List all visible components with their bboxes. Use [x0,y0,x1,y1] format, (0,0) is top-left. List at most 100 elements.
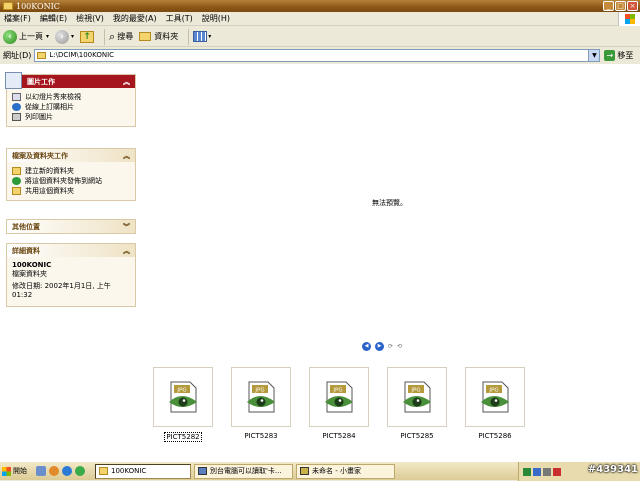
thumbnail-item[interactable]: JPG PICT5284 [309,367,369,442]
thumbnail-item[interactable]: JPG PICT5282 [153,367,213,442]
details-type: 檔案資料夾 [12,270,47,278]
picture-icon [5,72,22,89]
svg-text:JPG: JPG [176,388,186,394]
taskbar-button-folder[interactable]: 100KONIC [95,463,191,479]
watermark-stamp: #439341 [587,464,638,475]
menu-edit[interactable]: 編輯(E) [40,13,67,24]
go-button[interactable]: → 移至 [604,49,634,61]
collapse-icon[interactable]: ︽ [123,246,130,256]
file-folder-tasks-title: 檔案及資料夾工作 [12,151,68,160]
volume-icon[interactable] [543,467,551,476]
svg-text:JPG: JPG [254,388,264,394]
minimize-button[interactable]: _ [603,1,614,11]
new-folder-icon [12,167,21,175]
antivirus-icon[interactable] [553,467,561,476]
task-slideshow[interactable]: 以幻燈片秀來檢視 [12,92,130,102]
file-folder-tasks-header[interactable]: 檔案及資料夾工作 ︽ [7,149,135,162]
search-label: 搜尋 [117,32,134,41]
folder-icon [139,32,152,41]
taskbar: 開始 100KONIC 別台電腦可以讀取'卡... 未命名 - 小畫家 #439… [0,461,640,481]
folder-icon [99,467,108,475]
chevron-down-icon[interactable]: ▾ [46,33,49,40]
taskbar-button-paint[interactable]: 未命名 - 小畫家 [296,463,395,479]
thumbnail-item[interactable]: JPG PICT5285 [387,367,447,442]
search-button[interactable]: ⌕ 搜尋 [109,30,133,44]
other-places-header[interactable]: 其他位置 ︾ [7,220,135,233]
task-pane: 圖片工作 ︽ 以幻燈片秀來檢視 從線上訂購相片 列印圖片 檔案及資料夾工作 ︽ … [0,64,146,461]
media-player-icon[interactable] [49,466,59,476]
views-button[interactable]: ▾ [193,31,211,42]
messenger-icon[interactable] [75,466,85,476]
menu-favorites[interactable]: 我的最愛(A) [113,13,157,24]
taskbar-button-browser[interactable]: 別台電腦可以讀取'卡... [194,463,293,479]
next-image-button[interactable]: ▶ [375,342,384,351]
details-title: 詳細資料 [12,246,40,255]
maximize-button[interactable]: □ [615,1,626,11]
folder-icon [3,2,13,10]
task-publish-web[interactable]: 將這個資料夾發佈到網站 [12,176,130,186]
toolbar: ‹ 上一頁 ▾ › ▾ ↑ ⌕ 搜尋 資料夾 ▾ [0,27,640,47]
keyboard-icon[interactable] [523,467,531,476]
network-icon[interactable] [533,467,541,476]
other-places-title: 其他位置 [12,222,40,231]
go-arrow-icon: → [604,49,616,61]
thumbnail-label: PICT5283 [244,432,278,440]
share-folder-icon [12,187,21,195]
internet-explorer-icon[interactable] [62,466,72,476]
menu-tools[interactable]: 工具(T) [166,13,193,24]
task-print-pictures[interactable]: 列印圖片 [12,112,130,122]
folders-button[interactable]: 資料夾 [139,31,178,42]
search-icon: ⌕ [109,29,116,43]
thumbnail-item[interactable]: JPG PICT5283 [231,367,291,442]
thumbnail-label: PICT5284 [322,432,356,440]
windows-logo-icon [2,466,11,476]
details-panel: 詳細資料 ︽ 100KONIC 檔案資料夾 修改日期: 2002年1月1日, 上… [6,243,136,307]
chevron-down-icon[interactable]: ▾ [71,33,74,40]
previous-image-button[interactable]: ◀ [362,342,371,351]
menu-view[interactable]: 檢視(V) [76,13,104,24]
jpg-file-icon: JPG [403,381,431,413]
rotate-counterclockwise-icon[interactable]: ⟲ [397,343,402,350]
title-bar[interactable]: 100KONIC _ □ × [0,0,640,12]
thumbnail-label: PICT5286 [478,432,512,440]
rotate-clockwise-icon[interactable]: ⟳ [388,343,393,350]
chevron-down-icon[interactable]: ▼ [588,49,600,61]
windows-logo-icon [618,12,640,26]
forward-arrow-icon: › [55,29,70,44]
collapse-icon[interactable]: ︽ [123,77,130,87]
start-label: 開始 [13,467,27,475]
start-button[interactable]: 開始 [0,463,32,480]
menu-help[interactable]: 說明(H) [202,13,230,24]
thumbnail-item[interactable]: JPG PICT5286 [465,367,525,442]
folders-label: 資料夾 [154,32,179,41]
task-new-folder[interactable]: 建立新的資料夾 [12,166,130,176]
thumbnail-label: PICT5282 [164,432,202,442]
desktop-icon[interactable] [36,466,46,476]
jpg-file-icon: JPG [169,381,197,413]
printer-icon [12,113,21,121]
forward-button[interactable]: › ▾ [55,29,74,44]
task-share-folder[interactable]: 共用這個資料夾 [12,186,130,196]
thumbnail-label: PICT5285 [400,432,434,440]
globe-icon [12,103,21,111]
collapse-icon[interactable]: ︽ [123,151,130,161]
up-folder-button[interactable]: ↑ [80,30,95,43]
expand-icon[interactable]: ︾ [123,222,130,232]
thumbnail-strip: JPG PICT5282 JPG PICT5283 JPG PICT5284 J… [153,367,543,442]
main-content: 圖片工作 ︽ 以幻燈片秀來檢視 從線上訂購相片 列印圖片 檔案及資料夾工作 ︽ … [0,64,640,461]
chevron-down-icon: ▾ [208,33,212,40]
quick-launch [36,466,85,476]
address-input[interactable]: L:\DCIM\100KONIC ▼ [34,48,601,62]
globe-icon [12,177,21,185]
picture-tasks-header[interactable]: 圖片工作 ︽ [5,72,135,89]
back-label: 上一頁 [19,32,43,41]
system-tray: #439341 [518,462,640,481]
menu-file[interactable]: 檔案(F) [4,13,31,24]
svg-text:JPG: JPG [488,388,498,394]
close-button[interactable]: × [627,1,638,11]
details-header[interactable]: 詳細資料 ︽ [7,244,135,257]
go-label: 移至 [617,50,634,60]
back-button[interactable]: ‹ 上一頁 ▾ [3,29,49,44]
picture-tasks-title: 圖片工作 [27,77,55,86]
task-order-prints[interactable]: 從線上訂購相片 [12,102,130,112]
